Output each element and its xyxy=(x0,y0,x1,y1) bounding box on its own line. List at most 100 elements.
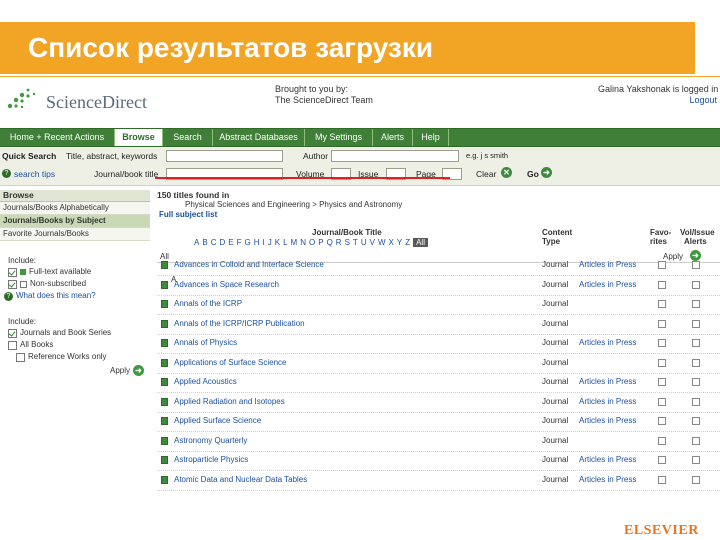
logout-link[interactable]: Logout xyxy=(598,95,720,106)
alert-checkbox[interactable] xyxy=(692,475,700,484)
tab-help[interactable]: Help xyxy=(413,129,449,146)
journal-title-link[interactable]: Applied Surface Science xyxy=(174,416,261,425)
alert-checkbox[interactable] xyxy=(692,261,700,269)
favorite-checkbox[interactable] xyxy=(658,378,666,386)
option-non-subscribed[interactable]: Non-subscribed xyxy=(0,278,150,290)
articles-in-press-link[interactable]: Articles in Press xyxy=(579,397,636,406)
alphabet-letter[interactable]: Z xyxy=(405,238,410,247)
alphabet-letter[interactable]: F xyxy=(237,238,242,247)
alphabet-letter[interactable]: P xyxy=(318,238,323,247)
option-full-text[interactable]: Full-text available xyxy=(0,266,150,278)
alphabet-letter[interactable]: Q xyxy=(327,238,333,247)
journal-title-link[interactable]: Annals of the ICRP xyxy=(174,299,242,308)
alert-checkbox[interactable] xyxy=(692,339,700,347)
alphabet-letter[interactable]: O xyxy=(309,238,315,247)
tab-my-settings[interactable]: My Settings xyxy=(305,129,373,146)
alphabet-letter[interactable]: W xyxy=(378,238,386,247)
favorite-checkbox[interactable] xyxy=(658,417,666,425)
go-arrow-icon[interactable]: ➜ xyxy=(541,167,552,178)
option-journals-books[interactable]: Journals and Book Series xyxy=(0,327,150,339)
alphabet-letter[interactable]: X xyxy=(389,238,394,247)
favorite-checkbox[interactable] xyxy=(658,339,666,347)
articles-in-press-link[interactable]: Articles in Press xyxy=(579,280,636,289)
journal-title-link[interactable]: Atomic Data and Nuclear Data Tables xyxy=(174,475,307,484)
articles-in-press-link[interactable]: Articles in Press xyxy=(579,455,636,464)
breadcrumb[interactable]: Physical Sciences and Engineering > Phys… xyxy=(157,200,720,210)
favorite-checkbox[interactable] xyxy=(658,358,666,367)
journal-title-link[interactable]: Advances in Colloid and Interface Scienc… xyxy=(174,260,324,269)
journal-title-link[interactable]: Advances in Space Research xyxy=(174,280,279,289)
title-keywords-input[interactable] xyxy=(166,150,283,162)
alert-checkbox[interactable] xyxy=(692,358,700,367)
alert-checkbox[interactable] xyxy=(692,319,700,328)
tab-abstract-databases[interactable]: Abstract Databases xyxy=(213,129,305,146)
sidebar-item-by-subject[interactable]: Journals/Books by Subject xyxy=(0,215,150,228)
alphabet-letter[interactable]: R xyxy=(336,238,342,247)
sidebar-item-alphabetically[interactable]: Journals/Books Alphabetically xyxy=(0,202,150,215)
alphabet-letter[interactable]: G xyxy=(244,238,250,247)
favorite-checkbox[interactable] xyxy=(658,319,666,328)
help-icon[interactable]: ? xyxy=(2,169,11,178)
favorite-checkbox[interactable] xyxy=(658,475,666,484)
clear-icon[interactable]: ✕ xyxy=(501,167,512,178)
journal-title-link[interactable]: Applications of Surface Science xyxy=(174,358,287,367)
journal-title-link[interactable]: Applied Acoustics xyxy=(174,377,237,386)
alert-checkbox[interactable] xyxy=(692,280,700,289)
favorite-checkbox[interactable] xyxy=(658,261,666,269)
col-title-header[interactable]: Journal/Book Title xyxy=(312,228,382,237)
journal-title-link[interactable]: Astroparticle Physics xyxy=(174,455,248,464)
alphabet-letter[interactable]: Y xyxy=(397,238,402,247)
favorite-checkbox[interactable] xyxy=(658,300,666,308)
tab-home[interactable]: Home + Recent Actions xyxy=(0,129,115,146)
checkbox[interactable] xyxy=(8,328,17,338)
full-subject-list-link[interactable]: Full subject list xyxy=(157,210,720,220)
alert-checkbox[interactable] xyxy=(692,456,700,464)
favorite-checkbox[interactable] xyxy=(658,397,666,406)
journal-title-link[interactable]: Annals of Physics xyxy=(174,338,237,347)
help-icon[interactable]: ? xyxy=(4,291,13,301)
journal-title-link[interactable]: Annals of the ICRP/ICRP Publication xyxy=(174,319,305,328)
search-tips-link[interactable]: search tips xyxy=(14,169,55,179)
alphabet-letter[interactable]: M xyxy=(291,238,298,247)
checkbox[interactable] xyxy=(8,279,17,289)
what-link[interactable]: What does this mean? xyxy=(16,290,96,302)
alert-checkbox[interactable] xyxy=(692,378,700,386)
author-input[interactable] xyxy=(331,150,459,162)
sciencedirect-logo[interactable]: ScienceDirect xyxy=(4,86,174,116)
favorite-checkbox[interactable] xyxy=(658,436,666,445)
option-all-books[interactable]: All Books xyxy=(0,339,150,351)
alert-checkbox[interactable] xyxy=(692,397,700,406)
apply-arrow-icon[interactable]: ➜ xyxy=(133,364,144,376)
journal-title-link[interactable]: Astronomy Quarterly xyxy=(174,436,247,445)
articles-in-press-link[interactable]: Articles in Press xyxy=(579,338,636,347)
alphabet-letter[interactable]: A xyxy=(194,238,199,247)
articles-in-press-link[interactable]: Articles in Press xyxy=(579,260,636,269)
checkbox[interactable] xyxy=(16,352,25,362)
alert-checkbox[interactable] xyxy=(692,436,700,445)
alphabet-letter[interactable]: H xyxy=(254,238,260,247)
alphabet-letter[interactable]: T xyxy=(353,238,358,247)
journal-title-link[interactable]: Applied Radiation and Isotopes xyxy=(174,397,285,406)
option-reference-works[interactable]: Reference Works only xyxy=(0,351,150,363)
alert-checkbox[interactable] xyxy=(692,417,700,425)
alert-checkbox[interactable] xyxy=(692,300,700,308)
articles-in-press-link[interactable]: Articles in Press xyxy=(579,416,636,425)
tab-alerts[interactable]: Alerts xyxy=(373,129,413,146)
favorite-checkbox[interactable] xyxy=(658,456,666,464)
alphabet-letter[interactable]: U xyxy=(361,238,367,247)
alphabet-letter[interactable]: D xyxy=(219,238,225,247)
sidebar-item-favorites[interactable]: Favorite Journals/Books xyxy=(0,228,150,241)
alphabet-all[interactable]: All xyxy=(413,238,428,247)
alphabet-letter[interactable]: J xyxy=(268,238,272,247)
checkbox[interactable] xyxy=(8,267,17,277)
articles-in-press-link[interactable]: Articles in Press xyxy=(579,475,636,484)
alphabet-letter[interactable]: B xyxy=(202,238,207,247)
alphabet-letter[interactable]: C xyxy=(211,238,217,247)
alphabet-letter[interactable]: L xyxy=(283,238,287,247)
alphabet-letter[interactable]: K xyxy=(275,238,280,247)
alphabet-letter[interactable]: V xyxy=(370,238,375,247)
alphabet-letter[interactable]: S xyxy=(345,238,350,247)
alphabet-letter[interactable]: N xyxy=(300,238,306,247)
what-does-this-mean[interactable]: ? What does this mean? xyxy=(0,290,150,302)
alphabet-letter[interactable]: E xyxy=(228,238,233,247)
